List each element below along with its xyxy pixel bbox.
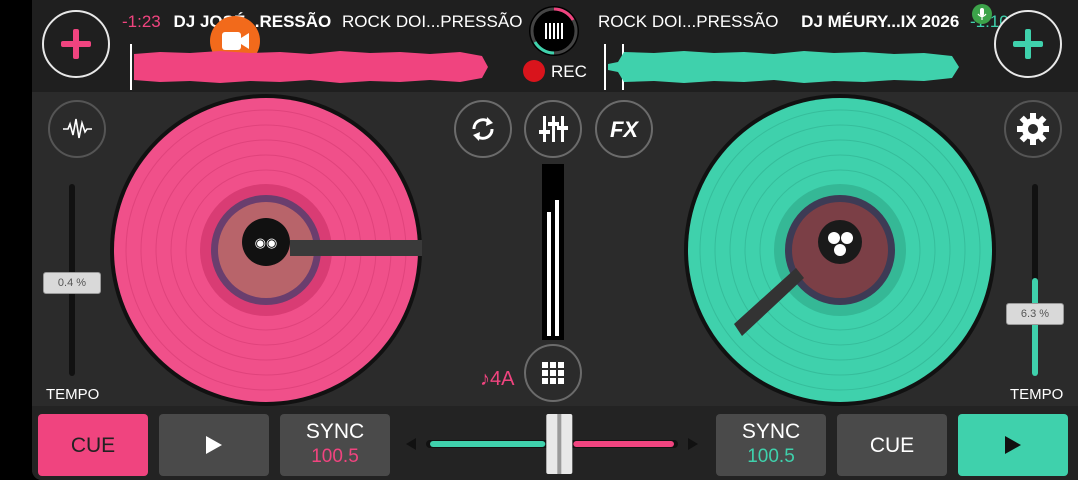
top-bar: -1:23 DJ JOSÉ...RESSÃO ROCK DOI...PRESSÃ…	[32, 0, 1078, 92]
deck-b-bpm: 100.5	[747, 446, 795, 467]
record-button[interactable]	[523, 60, 545, 82]
waveform-icon	[63, 118, 92, 139]
deck-b-turntable[interactable]	[682, 92, 998, 408]
record-menu-button[interactable]	[529, 6, 579, 56]
deck-b-cue-label: CUE	[869, 434, 915, 457]
deck-b-play-button[interactable]	[958, 414, 1068, 476]
deck-b-track-info[interactable]: ROCK DOI...PRESSÃO DJ MÉURY...IX 2026 -1…	[598, 12, 1009, 32]
deck-b-artist: DJ MÉURY...IX 2026	[801, 12, 960, 31]
deck-b-tempo-slider[interactable]	[1032, 184, 1038, 376]
crossfader[interactable]	[402, 410, 702, 480]
loop-icon	[472, 117, 494, 141]
svg-text:◉◉: ◉◉	[255, 235, 278, 250]
deck-a-title: ROCK DOI...PRESSÃO	[342, 12, 523, 31]
deck-a-sync-label: SYNC	[305, 420, 365, 443]
microphone-icon	[977, 8, 987, 20]
play-icon	[1005, 436, 1021, 454]
deck-a-turntable[interactable]: ◉◉	[108, 92, 424, 408]
deck-b-tempo-value[interactable]: 6.3 %	[1006, 303, 1064, 325]
sampler-button[interactable]	[524, 344, 582, 402]
deck-a-time: -1:23	[122, 12, 161, 31]
fx-label: FX	[609, 117, 639, 142]
deck-b-sync-label: SYNC	[741, 420, 801, 443]
deck-a-tempo-label: TEMPO	[46, 386, 100, 403]
deck-b-waveform[interactable]	[604, 44, 964, 90]
deck-a-play-button[interactable]	[159, 414, 269, 476]
mixer-button[interactable]	[524, 100, 582, 158]
record-label: REC	[551, 62, 587, 81]
deck-a-cue-label: CUE	[70, 434, 116, 457]
fx-button[interactable]: FX	[595, 100, 653, 158]
sliders-icon	[539, 116, 568, 142]
deck-a-cue-button[interactable]: CUE	[38, 414, 148, 476]
deck-b-cue-button[interactable]: CUE	[837, 414, 947, 476]
play-icon	[206, 436, 222, 454]
deck-b-tempo-label: TEMPO	[1010, 386, 1064, 403]
deck-a-tempo-value[interactable]: 0.4 %	[43, 272, 101, 294]
microphone-indicator	[972, 4, 992, 24]
equalizer-bars-icon	[530, 7, 578, 55]
deck-a-key[interactable]: ♪4A	[480, 368, 514, 391]
deck-a-bpm: 100.5	[311, 446, 359, 467]
deck-a-track-info[interactable]: -1:23 DJ JOSÉ...RESSÃO ROCK DOI...PRESSÃ…	[122, 12, 522, 32]
deck-a-sync-button[interactable]: SYNC 100.5	[280, 414, 390, 476]
add-track-b-button[interactable]	[994, 10, 1062, 78]
transport-bar: CUE SYNC 100.5 SYNC 100.5 CUE	[32, 406, 1078, 480]
sync-loop-button[interactable]	[454, 100, 512, 158]
gear-icon	[1017, 113, 1049, 145]
deck-a-waveform[interactable]	[130, 44, 492, 90]
dj-app: -1:23 DJ JOSÉ...RESSÃO ROCK DOI...PRESSÃ…	[32, 0, 1078, 480]
level-meter	[542, 164, 564, 340]
add-track-a-button[interactable]	[42, 10, 110, 78]
grid-icon	[542, 362, 564, 384]
waveform-view-button[interactable]	[48, 100, 106, 158]
deck-b-title: ROCK DOI...PRESSÃO	[598, 12, 779, 31]
deck-b-sync-button[interactable]: SYNC 100.5	[716, 414, 826, 476]
settings-button[interactable]	[1004, 100, 1062, 158]
